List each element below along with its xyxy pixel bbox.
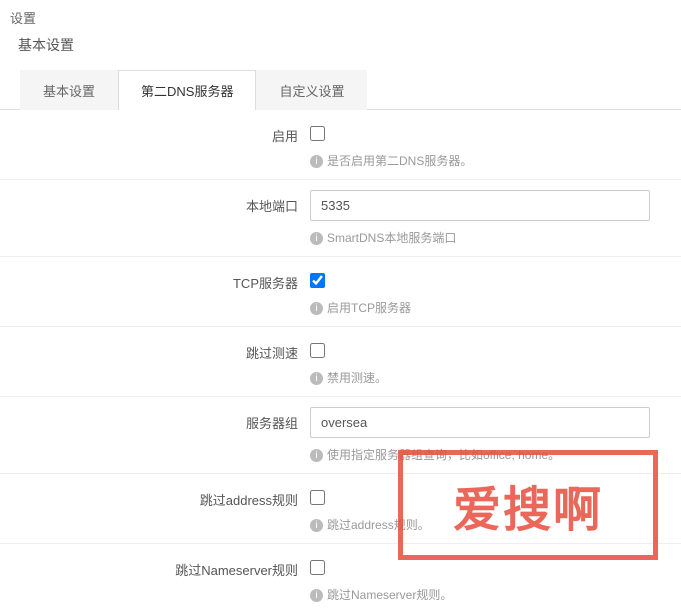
hint-server-group: i使用指定服务器组查询，比如office, home。 xyxy=(310,446,661,463)
row-enable: 启用 i是否启用第二DNS服务器。 xyxy=(0,110,681,180)
hint-tcp-server: i启用TCP服务器 xyxy=(310,299,661,316)
tabs: 基本设置 第二DNS服务器 自定义设置 xyxy=(0,69,681,110)
info-icon: i xyxy=(310,302,323,315)
row-skip-nameserver: 跳过Nameserver规则 i跳过Nameserver规则。 xyxy=(0,544,681,613)
row-server-group: 服务器组 i使用指定服务器组查询，比如office, home。 xyxy=(0,397,681,474)
hint-skip-nameserver: i跳过Nameserver规则。 xyxy=(310,586,661,603)
label-enable: 启用 xyxy=(0,120,310,169)
row-skip-address: 跳过address规则 i跳过address规则。 xyxy=(0,474,681,544)
info-icon: i xyxy=(310,589,323,602)
section-title: 基本设置 xyxy=(0,31,681,69)
tab-second-dns[interactable]: 第二DNS服务器 xyxy=(118,70,256,110)
info-icon: i xyxy=(310,372,323,385)
row-skip-speed: 跳过测速 i禁用测速。 xyxy=(0,327,681,397)
page-title: 设置 xyxy=(0,0,681,31)
tab-basic-settings[interactable]: 基本设置 xyxy=(20,70,118,110)
hint-skip-speed: i禁用测速。 xyxy=(310,369,661,386)
hint-local-port: iSmartDNS本地服务端口 xyxy=(310,229,661,246)
hint-enable: i是否启用第二DNS服务器。 xyxy=(310,152,661,169)
label-skip-address: 跳过address规则 xyxy=(0,484,310,533)
checkbox-skip-speed[interactable] xyxy=(310,343,325,358)
info-icon: i xyxy=(310,519,323,532)
checkbox-skip-address[interactable] xyxy=(310,490,325,505)
label-server-group: 服务器组 xyxy=(0,407,310,463)
input-server-group[interactable] xyxy=(310,407,650,438)
row-tcp-server: TCP服务器 i启用TCP服务器 xyxy=(0,257,681,327)
input-local-port[interactable] xyxy=(310,190,650,221)
label-tcp-server: TCP服务器 xyxy=(0,267,310,316)
checkbox-skip-nameserver[interactable] xyxy=(310,560,325,575)
info-icon: i xyxy=(310,449,323,462)
label-skip-nameserver: 跳过Nameserver规则 xyxy=(0,554,310,603)
tab-custom-settings[interactable]: 自定义设置 xyxy=(256,70,367,110)
hint-skip-address: i跳过address规则。 xyxy=(310,516,661,533)
checkbox-tcp-server[interactable] xyxy=(310,273,325,288)
label-skip-speed: 跳过测速 xyxy=(0,337,310,386)
row-local-port: 本地端口 iSmartDNS本地服务端口 xyxy=(0,180,681,257)
label-local-port: 本地端口 xyxy=(0,190,310,246)
info-icon: i xyxy=(310,232,323,245)
settings-form: 启用 i是否启用第二DNS服务器。 本地端口 iSmartDNS本地服务端口 T… xyxy=(0,110,681,613)
checkbox-enable[interactable] xyxy=(310,126,325,141)
info-icon: i xyxy=(310,155,323,168)
